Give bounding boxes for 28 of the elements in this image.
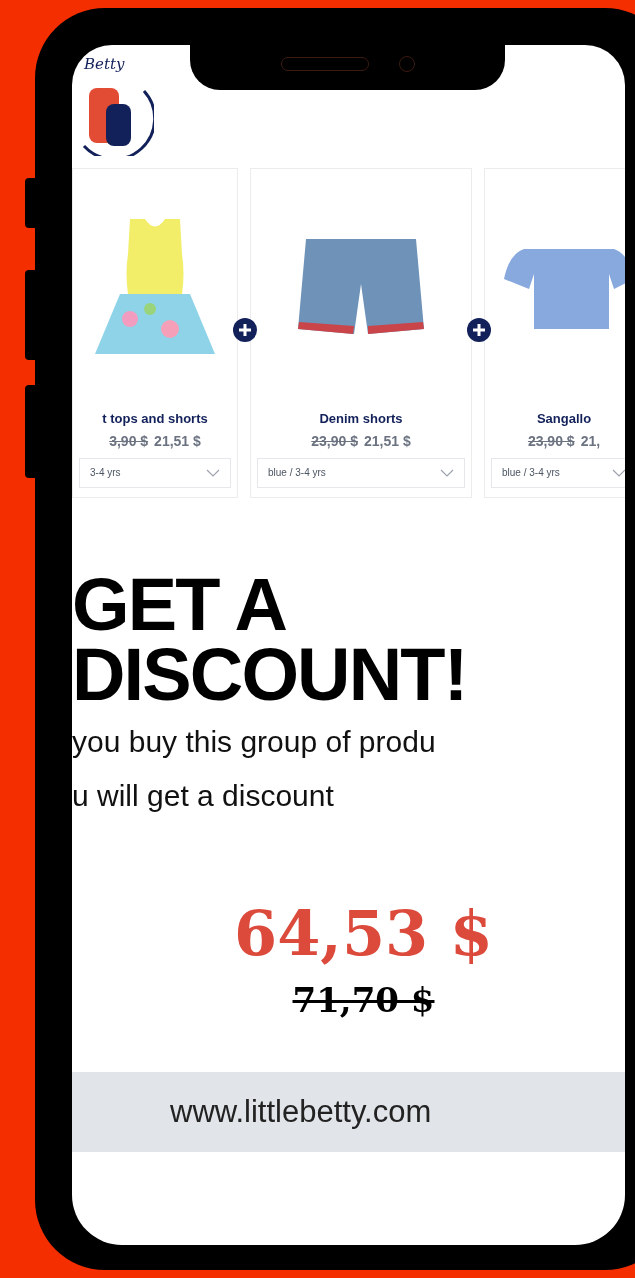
product-title: t tops and shorts (102, 410, 208, 428)
add-icon[interactable] (233, 318, 257, 342)
promo-text: you buy this group of produ (72, 724, 437, 760)
headline: GET A (72, 570, 288, 640)
chevron-down-icon (612, 468, 625, 477)
sale-price: 21,51 $ (364, 431, 411, 451)
product-card[interactable]: Denim shorts 23,90 $ 21,51 $ blue / 3-4 yrs (250, 168, 472, 498)
variant-select[interactable]: 3-4 yrs (79, 457, 231, 488)
sale-price: 21, (580, 431, 601, 451)
headline: DISCOUNT! (72, 640, 468, 710)
sale-price: 21,51 $ (154, 431, 201, 451)
product-title: Denim shorts (319, 410, 403, 428)
variant-select[interactable]: blue / 3-4 yrs (491, 457, 625, 488)
logo-text: Betty (83, 54, 125, 75)
original-price: 71,70 $ (292, 979, 435, 1022)
chevron-down-icon (206, 468, 220, 477)
product-title: Sangallo (536, 410, 592, 428)
promo-text: u will get a discount (72, 778, 335, 814)
chevron-down-icon (440, 468, 454, 477)
add-icon[interactable] (467, 318, 491, 342)
discount-price: 64,53 $ (234, 896, 493, 972)
variant-select[interactable]: blue / 3-4 yrs (257, 457, 465, 488)
website-url[interactable]: www.littlebetty.com (170, 1088, 432, 1136)
old-price: 23,90 $ (527, 431, 575, 451)
old-price: 23,90 $ (311, 431, 358, 451)
product-card[interactable]: Sangallo 23,90 $ 21, blue / 3-4 yrs (484, 168, 625, 498)
old-price: 3,90 $ (109, 431, 149, 451)
product-card[interactable]: t tops and shorts 3,90 $ 21,51 $ 3-4 yrs (72, 168, 238, 498)
